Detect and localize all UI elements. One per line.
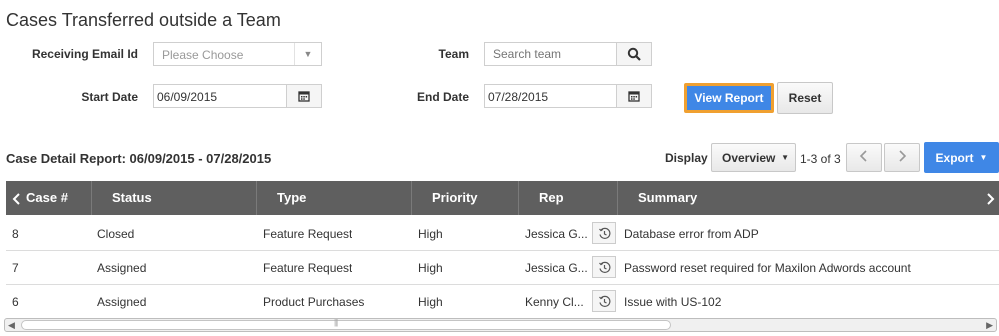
column-header-rep[interactable]: Rep — [519, 181, 618, 215]
team-search-input[interactable] — [485, 43, 613, 65]
view-report-button[interactable]: View Report — [684, 83, 774, 113]
cell-priority: High — [418, 295, 443, 309]
cell-rep: Jessica G... — [525, 227, 588, 241]
horizontal-scrollbar[interactable]: ◀ ||| ▶ — [4, 318, 997, 332]
chevron-left-icon — [859, 150, 869, 165]
calendar-icon[interactable] — [286, 85, 321, 107]
display-value: Overview — [722, 150, 776, 165]
cell-summary: Password reset required for Maxilon Adwo… — [624, 261, 911, 275]
history-icon[interactable] — [592, 290, 616, 312]
end-date-field[interactable]: 07/28/2015 — [484, 84, 652, 108]
cell-case: 7 — [12, 261, 19, 275]
end-date-value: 07/28/2015 — [488, 90, 549, 104]
scroll-right-arrow-icon[interactable]: ▶ — [986, 320, 993, 331]
column-header-case[interactable]: Case # — [6, 181, 92, 215]
table-row[interactable]: 7 Assigned Feature Request High Jessica … — [6, 251, 999, 285]
table-row[interactable]: 8 Closed Feature Request High Jessica G.… — [6, 217, 999, 251]
report-title: Case Detail Report: 06/09/2015 - 07/28/2… — [6, 151, 272, 166]
caret-down-icon: ▼ — [781, 153, 789, 162]
chevron-left-icon[interactable] — [12, 192, 22, 205]
chevron-right-icon[interactable] — [985, 192, 995, 210]
column-header-priority[interactable]: Priority — [412, 181, 519, 215]
display-select[interactable]: Overview ▼ — [711, 143, 796, 172]
end-date-label: End Date — [416, 90, 469, 104]
table-row[interactable]: 6 Assigned Product Purchases High Kenny … — [6, 285, 999, 319]
cell-summary: Database error from ADP — [624, 227, 759, 241]
caret-down-icon: ▼ — [294, 43, 321, 65]
receiving-email-select[interactable]: Please Choose ▼ — [153, 42, 322, 66]
display-label: Display — [665, 151, 708, 165]
table-header: Case # Status Type Priority Rep Summary — [6, 181, 999, 215]
cell-rep: Jessica G... — [525, 261, 588, 275]
start-date-label: Start Date — [81, 90, 138, 104]
cell-rep: Kenny Cl... — [525, 295, 584, 309]
scroll-left-arrow-icon[interactable]: ◀ — [8, 320, 15, 331]
pagination-text: 1-3 of 3 — [800, 152, 841, 166]
receiving-email-placeholder: Please Choose — [162, 48, 244, 62]
team-label: Team — [438, 47, 469, 61]
prev-page-button[interactable] — [846, 143, 882, 172]
export-label: Export — [935, 150, 974, 165]
cell-type: Feature Request — [263, 227, 353, 241]
page-title: Cases Transferred outside a Team — [6, 10, 281, 30]
cell-summary: Issue with US-102 — [624, 295, 722, 309]
cell-case: 6 — [12, 295, 19, 309]
cell-status: Assigned — [97, 261, 147, 275]
start-date-field[interactable]: 06/09/2015 — [153, 84, 322, 108]
column-label-case: Case # — [26, 190, 68, 205]
receiving-email-label: Receiving Email Id — [31, 47, 138, 61]
caret-down-icon: ▼ — [979, 153, 988, 162]
column-header-summary[interactable]: Summary — [618, 181, 999, 215]
cell-priority: High — [418, 261, 443, 275]
cell-type: Feature Request — [263, 261, 353, 275]
cell-priority: High — [418, 227, 443, 241]
next-page-button[interactable] — [884, 143, 920, 172]
column-header-type[interactable]: Type — [257, 181, 412, 215]
scrollbar-thumb[interactable]: ||| — [21, 318, 671, 330]
history-icon[interactable] — [592, 222, 616, 244]
column-header-status[interactable]: Status — [92, 181, 257, 215]
search-icon[interactable] — [616, 43, 651, 65]
start-date-value: 06/09/2015 — [157, 90, 218, 104]
history-icon[interactable] — [592, 256, 616, 278]
cell-status: Assigned — [97, 295, 147, 309]
cell-type: Product Purchases — [263, 295, 365, 309]
reset-button[interactable]: Reset — [777, 82, 833, 114]
grip-icon: ||| — [334, 318, 338, 327]
chevron-right-icon — [897, 150, 907, 165]
team-search-field[interactable] — [484, 42, 652, 66]
cell-status: Closed — [97, 227, 135, 241]
export-button[interactable]: Export ▼ — [924, 142, 999, 173]
cell-case: 8 — [12, 227, 19, 241]
calendar-icon[interactable] — [616, 85, 651, 107]
